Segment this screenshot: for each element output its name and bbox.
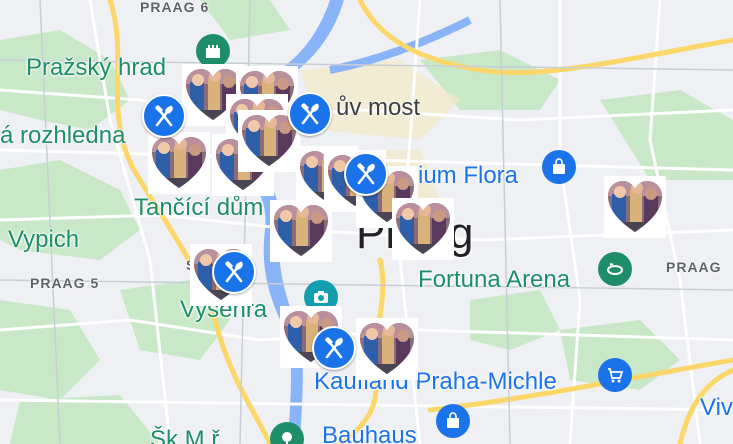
label-kaufland[interactable]: Kaufland Praha-Michle bbox=[314, 370, 557, 394]
heart-photo-icon[interactable] bbox=[356, 318, 418, 380]
restaurant-icon[interactable] bbox=[142, 94, 186, 138]
label-tancici-dum[interactable]: Tančící dům bbox=[134, 196, 263, 220]
label-viv[interactable]: Viv bbox=[700, 396, 733, 420]
district-label-praag-6: PRAAG 6 bbox=[140, 0, 210, 15]
heart-photo-icon[interactable] bbox=[604, 176, 666, 238]
map-canvas[interactable]: PRAAG 6 Pražský hrad á rozhledna ův most… bbox=[0, 0, 733, 444]
district-label-praag-right: PRAAG bbox=[666, 259, 722, 275]
label-fortuna-arena[interactable]: Fortuna Arena bbox=[418, 268, 570, 292]
stadium-icon[interactable] bbox=[598, 252, 632, 286]
label-bottom-left-fragment[interactable]: Šk M ř bbox=[150, 428, 219, 444]
label-bauhaus[interactable]: Bauhaus bbox=[322, 424, 417, 444]
shopping-cart-icon[interactable] bbox=[598, 358, 632, 392]
heart-photo-icon[interactable] bbox=[270, 200, 332, 262]
label-vypich[interactable]: Vypich bbox=[8, 228, 79, 252]
shopping-bag-icon[interactable] bbox=[436, 404, 470, 438]
restaurant-icon[interactable] bbox=[212, 250, 256, 294]
restaurant-icon[interactable] bbox=[344, 152, 388, 196]
castle-icon[interactable] bbox=[196, 34, 230, 68]
heart-photo-icon[interactable] bbox=[392, 198, 454, 260]
restaurant-icon[interactable] bbox=[288, 92, 332, 136]
district-label-praag-5: PRAAG 5 bbox=[30, 275, 100, 291]
label-prazsky-hrad[interactable]: Pražský hrad bbox=[26, 56, 166, 80]
heart-photo-icon[interactable] bbox=[148, 132, 210, 194]
shopping-bag-icon[interactable] bbox=[542, 150, 576, 184]
label-palladium-flora[interactable]: ium Flora bbox=[418, 164, 518, 188]
label-karluv-most[interactable]: ův most bbox=[336, 96, 420, 120]
restaurant-icon[interactable] bbox=[312, 326, 356, 370]
label-rozhledna[interactable]: á rozhledna bbox=[0, 124, 125, 148]
